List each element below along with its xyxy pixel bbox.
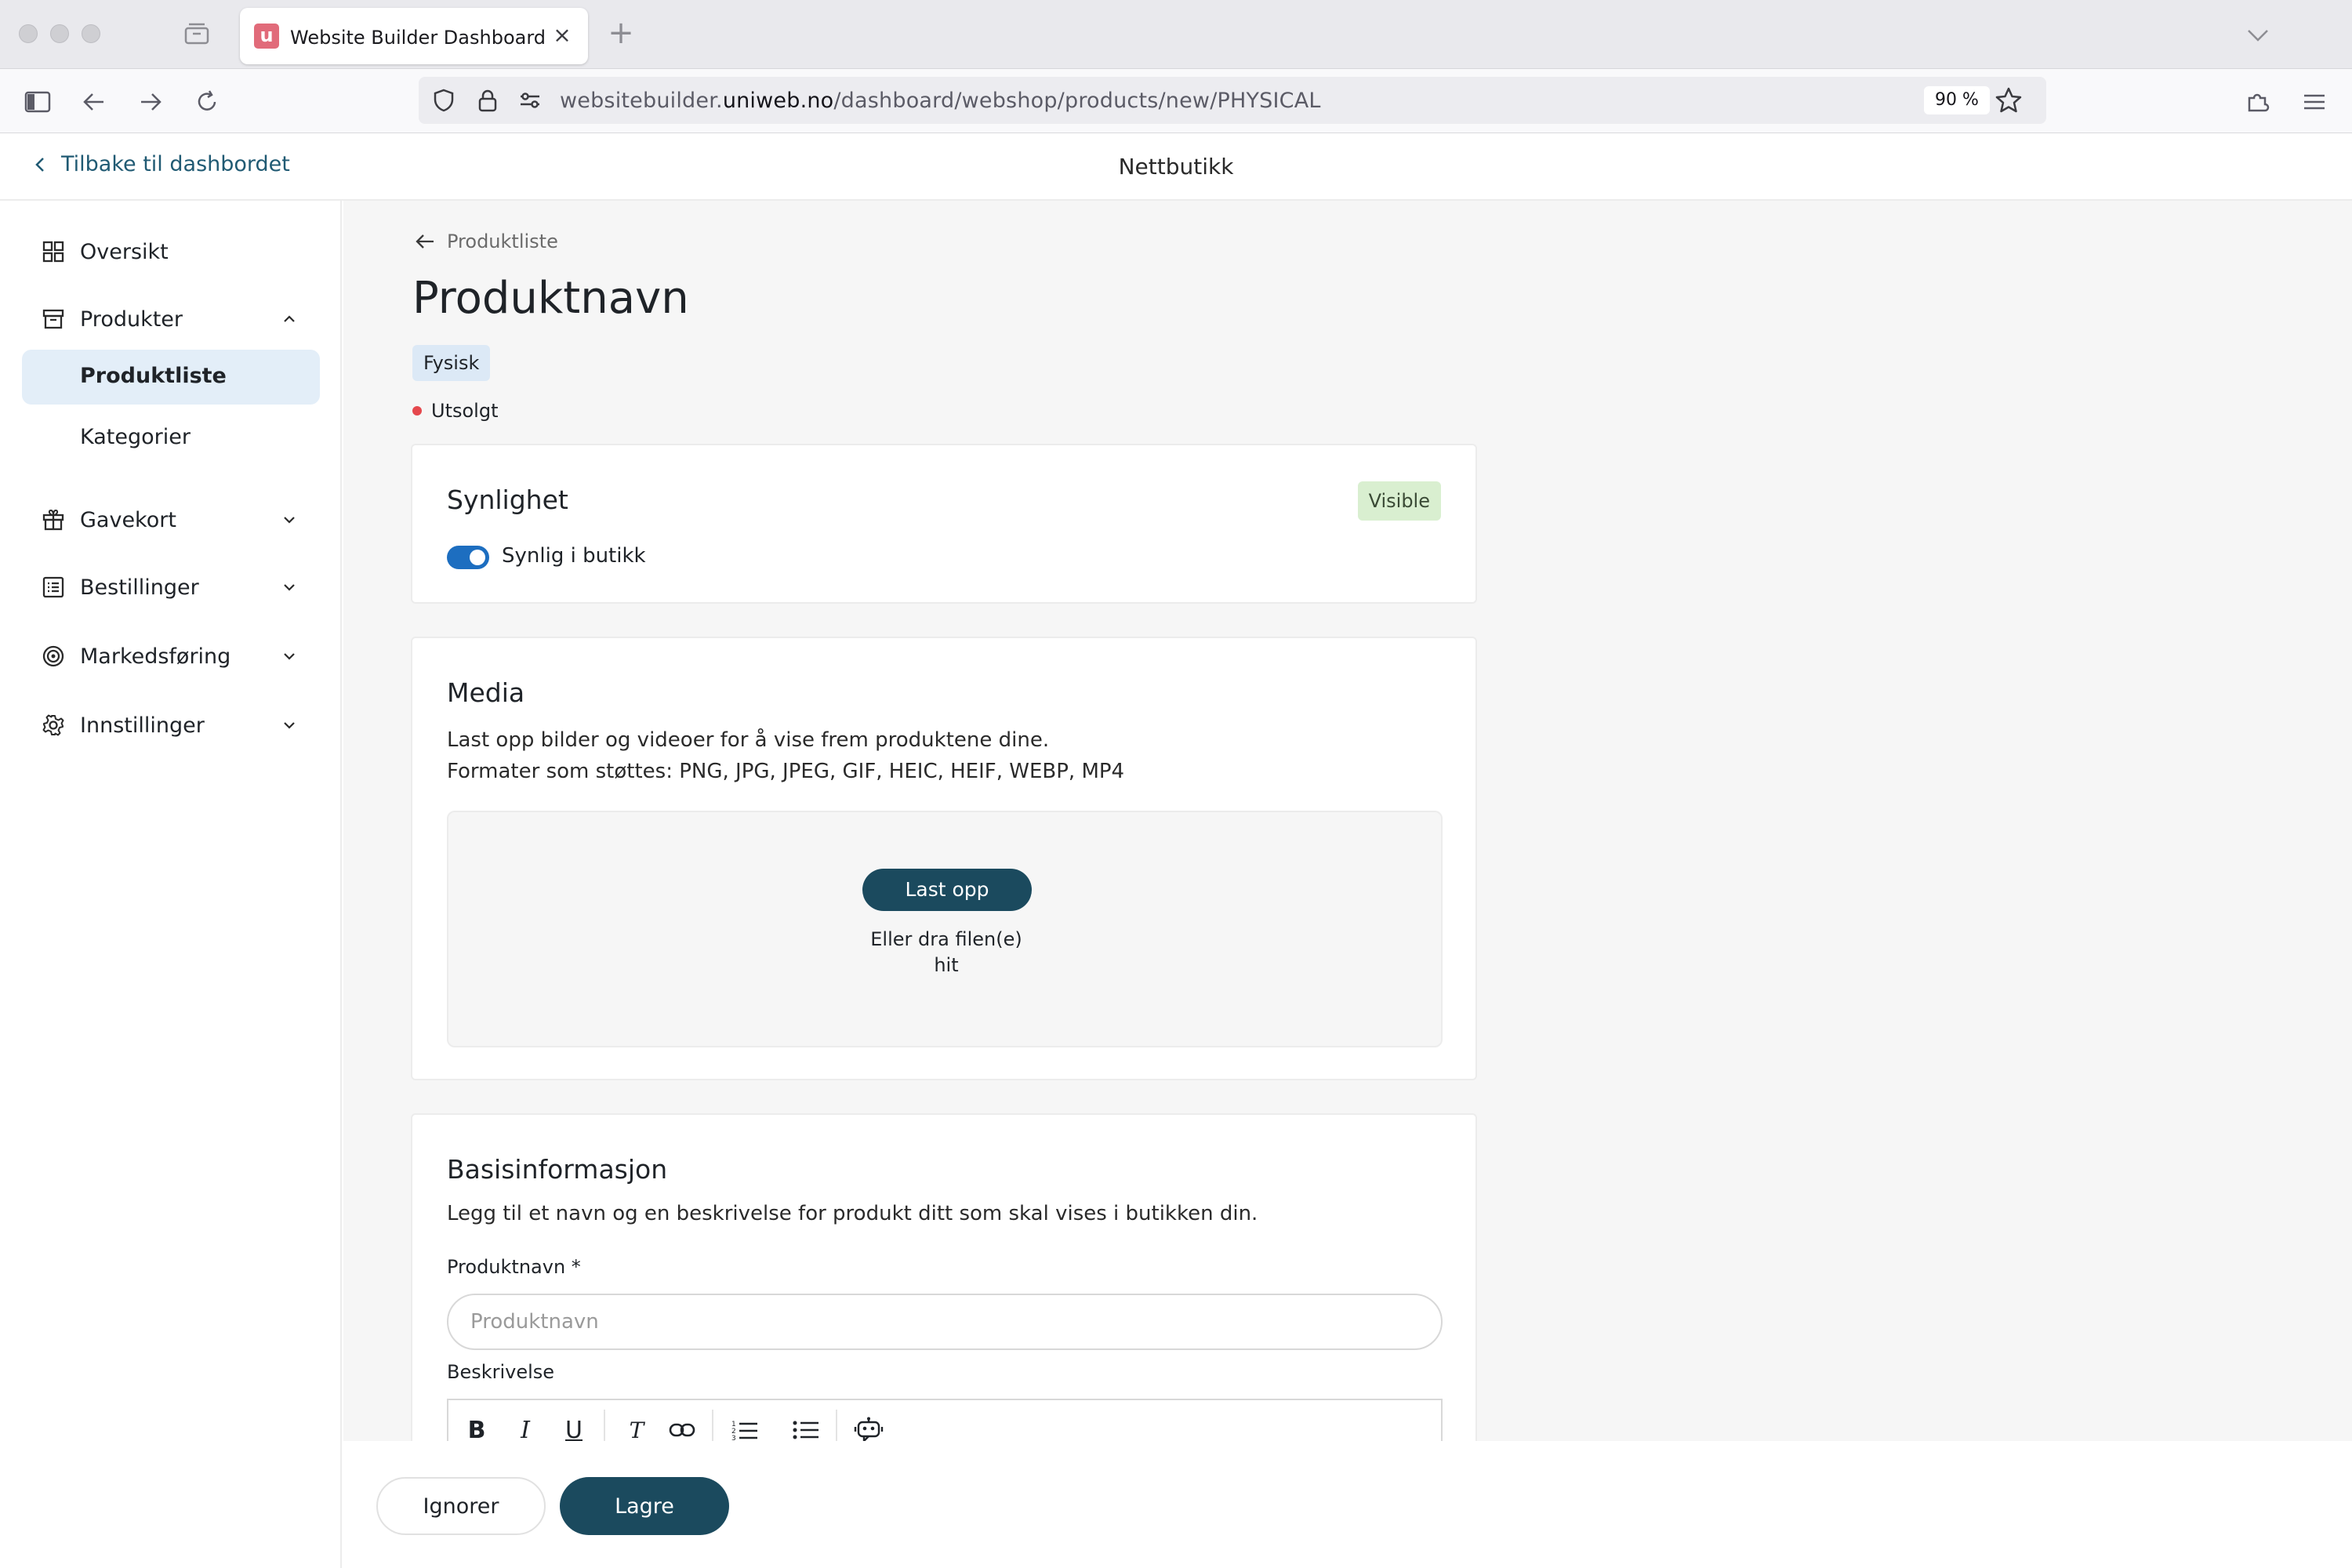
media-dropzone[interactable]: Last opp Eller dra filen(e) hit	[447, 811, 1443, 1047]
drop-hint: Eller dra filen(e) hit	[870, 928, 1022, 976]
lock-icon[interactable]	[474, 86, 502, 114]
sidebar-item-label: Produkter	[80, 307, 183, 332]
visible-in-shop-label: Synlig i butikk	[502, 544, 646, 568]
sidebar-item-markedsforing[interactable]: Markedsføring	[22, 630, 320, 682]
page-title: Produktnavn	[412, 273, 689, 324]
upload-button[interactable]: Last opp	[862, 869, 1032, 911]
window-minimize-dot[interactable]	[50, 24, 69, 43]
permissions-icon[interactable]	[516, 86, 544, 114]
app-menu-icon[interactable]	[2297, 85, 2332, 119]
sidebar-item-label: Bestillinger	[80, 575, 199, 600]
url-prefix: websitebuilder.	[560, 89, 723, 113]
stock-status: Utsolgt	[412, 400, 498, 422]
new-tab-icon[interactable]: +	[605, 17, 637, 49]
visible-badge: Visible	[1357, 481, 1441, 521]
app-header: Tilbake til dashbordet Nettbutikk	[0, 133, 2352, 201]
media-card: Media Last opp bilder og videoer for å v…	[411, 637, 1477, 1080]
address-bar[interactable]: websitebuilder.uniweb.no/dashboard/websh…	[419, 77, 2046, 124]
sidebar-item-bestillinger[interactable]: Bestillinger	[22, 561, 320, 613]
tab-manager-icon[interactable]	[183, 22, 210, 45]
list-icon	[39, 573, 67, 601]
sidebar-item-label: Gavekort	[80, 507, 176, 532]
uniweb-favicon-icon: u	[254, 24, 279, 49]
media-formats-line: Formater som støttes: PNG, JPG, JPEG, GI…	[447, 760, 1125, 783]
visibility-title: Synlighet	[447, 485, 568, 515]
product-type-badge: Fysisk	[412, 345, 491, 381]
arrow-left-icon	[416, 234, 434, 249]
visible-in-shop-toggle[interactable]	[447, 546, 489, 569]
window-zoom-dot[interactable]	[82, 24, 100, 43]
save-button[interactable]: Lagre	[560, 1477, 729, 1535]
url-path: /dashboard/webshop/products/new/PHYSICAL	[833, 89, 1321, 113]
sidebar-item-innstillinger[interactable]: Innstillinger	[22, 699, 320, 751]
browser-toolbar: websitebuilder.uniweb.no/dashboard/websh…	[0, 69, 2352, 133]
sidebar: Oversikt Produkter Produktliste Kategori…	[0, 201, 342, 1568]
breadcrumb-produktliste[interactable]: Produktliste	[414, 230, 558, 252]
forward-arrow-icon[interactable]	[133, 85, 168, 119]
sidebar-subitem-kategorier[interactable]: Kategorier	[22, 411, 320, 466]
url-text[interactable]: websitebuilder.uniweb.no/dashboard/websh…	[560, 89, 1321, 113]
action-footer: Ignorer Lagre	[343, 1441, 2352, 1568]
grid-icon	[39, 238, 67, 266]
main-content: Produktliste Produktnavn Fysisk Utsolgt …	[343, 201, 2352, 1568]
basic-info-description: Legg til et navn og en beskrivelse for p…	[447, 1202, 1258, 1225]
tab-title: Website Builder Dashboard	[290, 27, 546, 49]
shield-icon[interactable]	[430, 86, 458, 114]
chevron-down-icon	[284, 722, 295, 729]
window-close-dot[interactable]	[19, 24, 38, 43]
status-dot-icon	[412, 406, 422, 416]
sidebar-item-oversikt[interactable]: Oversikt	[22, 226, 320, 278]
chevron-down-icon	[284, 653, 295, 660]
toggle-knob	[470, 550, 485, 565]
extensions-icon[interactable]	[2241, 85, 2275, 119]
description-label: Beskrivelse	[447, 1361, 555, 1383]
toolbar-separator	[604, 1410, 605, 1444]
gift-icon	[39, 506, 67, 534]
chevron-down-icon	[284, 517, 295, 524]
tab-list-chevron-icon[interactable]	[2242, 22, 2274, 49]
sidebar-toggle-icon[interactable]	[20, 85, 55, 119]
basic-info-title: Basisinformasjon	[447, 1154, 668, 1185]
media-description-line: Last opp bilder og videoer for å vise fr…	[447, 728, 1050, 752]
chevron-down-icon	[284, 584, 295, 591]
sidebar-subitem-label: Produktliste	[80, 364, 227, 388]
url-domain: uniweb.no	[722, 89, 834, 113]
sidebar-item-label: Innstillinger	[80, 713, 205, 738]
sidebar-item-produkter[interactable]: Produkter	[22, 293, 320, 345]
back-arrow-icon[interactable]	[77, 85, 111, 119]
browser-tab-strip: u Website Builder Dashboard × +	[0, 0, 2352, 69]
product-name-input[interactable]	[447, 1294, 1443, 1350]
ignore-button[interactable]: Ignorer	[376, 1477, 546, 1535]
target-icon	[39, 642, 67, 670]
browser-tab-active[interactable]: u Website Builder Dashboard ×	[240, 8, 588, 64]
toolbar-separator	[836, 1410, 837, 1444]
breadcrumb-label: Produktliste	[447, 230, 558, 252]
tab-close-icon[interactable]: ×	[549, 22, 575, 49]
media-title: Media	[447, 677, 525, 708]
app-title: Nettbutikk	[1118, 154, 1234, 180]
zoom-level-badge[interactable]: 90 %	[1924, 86, 1990, 114]
sidebar-item-label: Markedsføring	[80, 644, 231, 669]
sidebar-subitem-produktliste[interactable]: Produktliste	[22, 350, 320, 405]
sidebar-subitem-label: Kategorier	[80, 425, 191, 449]
sidebar-item-label: Oversikt	[80, 239, 169, 264]
bookmark-star-icon[interactable]	[1993, 85, 2024, 116]
reload-icon[interactable]	[190, 85, 224, 119]
toolbar-separator	[712, 1410, 713, 1444]
chevron-up-icon	[284, 315, 295, 322]
stock-status-label: Utsolgt	[431, 400, 499, 422]
media-description: Last opp bilder og videoer for å vise fr…	[447, 724, 1124, 787]
sidebar-item-gavekort[interactable]: Gavekort	[22, 494, 320, 546]
product-name-label: Produktnavn *	[447, 1256, 581, 1278]
visibility-card: Synlighet Visible Synlig i butikk	[411, 444, 1477, 604]
archive-box-icon	[39, 305, 67, 333]
gear-icon	[39, 711, 67, 739]
